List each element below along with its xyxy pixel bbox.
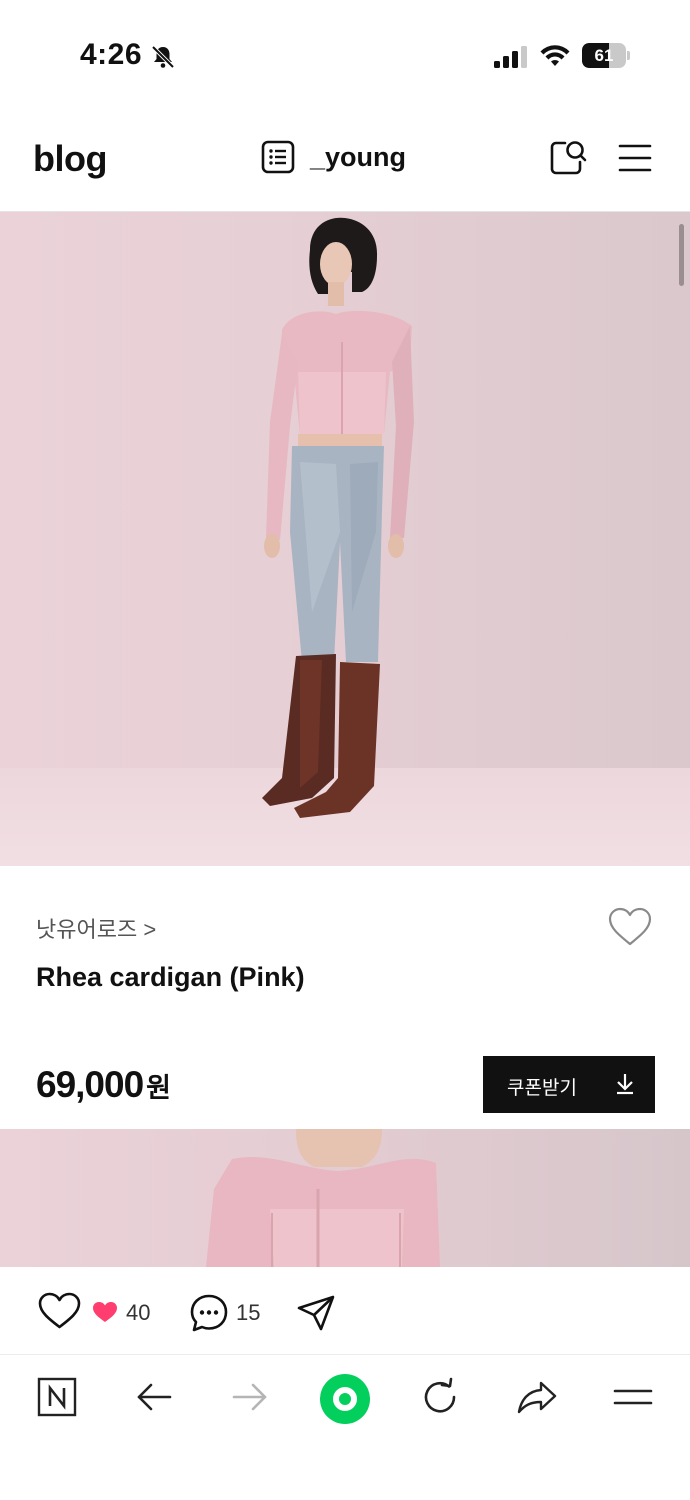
- post-action-bar: 40 15: [0, 1267, 690, 1355]
- product-name: Rhea cardigan (Pink): [36, 962, 305, 992]
- heart-outline-icon[interactable]: [607, 906, 653, 948]
- blog-header: blog _young: [0, 110, 690, 212]
- blog-search-icon[interactable]: [548, 138, 588, 178]
- blog-logo[interactable]: blog: [33, 138, 107, 180]
- scrollbar-thumb[interactable]: [679, 224, 684, 286]
- hamburger-menu-icon[interactable]: [618, 142, 652, 174]
- download-icon: [617, 1074, 633, 1095]
- forward-arrow-icon[interactable]: [230, 1377, 270, 1417]
- battery-icon: 61: [582, 43, 630, 68]
- status-time: 4:26: [80, 38, 143, 71]
- product-card: 낫유어로즈 > Rhea cardigan (Pink) 69,000 원 쿠폰받…: [0, 866, 690, 1128]
- coupon-button[interactable]: 쿠폰받기: [483, 1056, 655, 1113]
- price-unit: 원: [146, 1073, 171, 1103]
- comment-count: 15: [236, 1300, 261, 1325]
- back-arrow-icon[interactable]: [134, 1377, 174, 1417]
- product-photo-2[interactable]: [0, 1129, 690, 1267]
- comment-icon[interactable]: [188, 1292, 230, 1334]
- heart-filled-icon: [93, 1302, 117, 1322]
- coupon-label: 쿠폰받기: [507, 1078, 577, 1099]
- home-circle-icon[interactable]: [319, 1373, 371, 1425]
- product-photo[interactable]: [0, 212, 690, 866]
- share-arrow-icon[interactable]: [516, 1377, 558, 1417]
- blog-username[interactable]: _young: [310, 142, 406, 173]
- like-count: 40: [126, 1300, 151, 1325]
- menu-icon[interactable]: [612, 1377, 654, 1417]
- status-bar: 4:26 61: [0, 0, 690, 110]
- brand-link[interactable]: 낫유어로즈 >: [36, 912, 156, 944]
- battery-level: 61: [594, 46, 614, 65]
- price-value: 69,000: [36, 1064, 144, 1105]
- bell-off-icon: [151, 45, 175, 69]
- product-price: 69,000 원: [36, 1064, 171, 1106]
- signal-icon: [494, 46, 527, 68]
- naver-icon[interactable]: [37, 1377, 77, 1417]
- model-figure: [262, 217, 414, 818]
- list-icon[interactable]: [261, 140, 295, 174]
- browser-toolbar: [0, 1355, 690, 1500]
- wifi-icon: [540, 45, 570, 66]
- reload-icon[interactable]: [420, 1377, 460, 1417]
- send-icon[interactable]: [296, 1294, 336, 1332]
- model-closeup: [206, 1129, 440, 1267]
- like-icon[interactable]: [37, 1291, 82, 1331]
